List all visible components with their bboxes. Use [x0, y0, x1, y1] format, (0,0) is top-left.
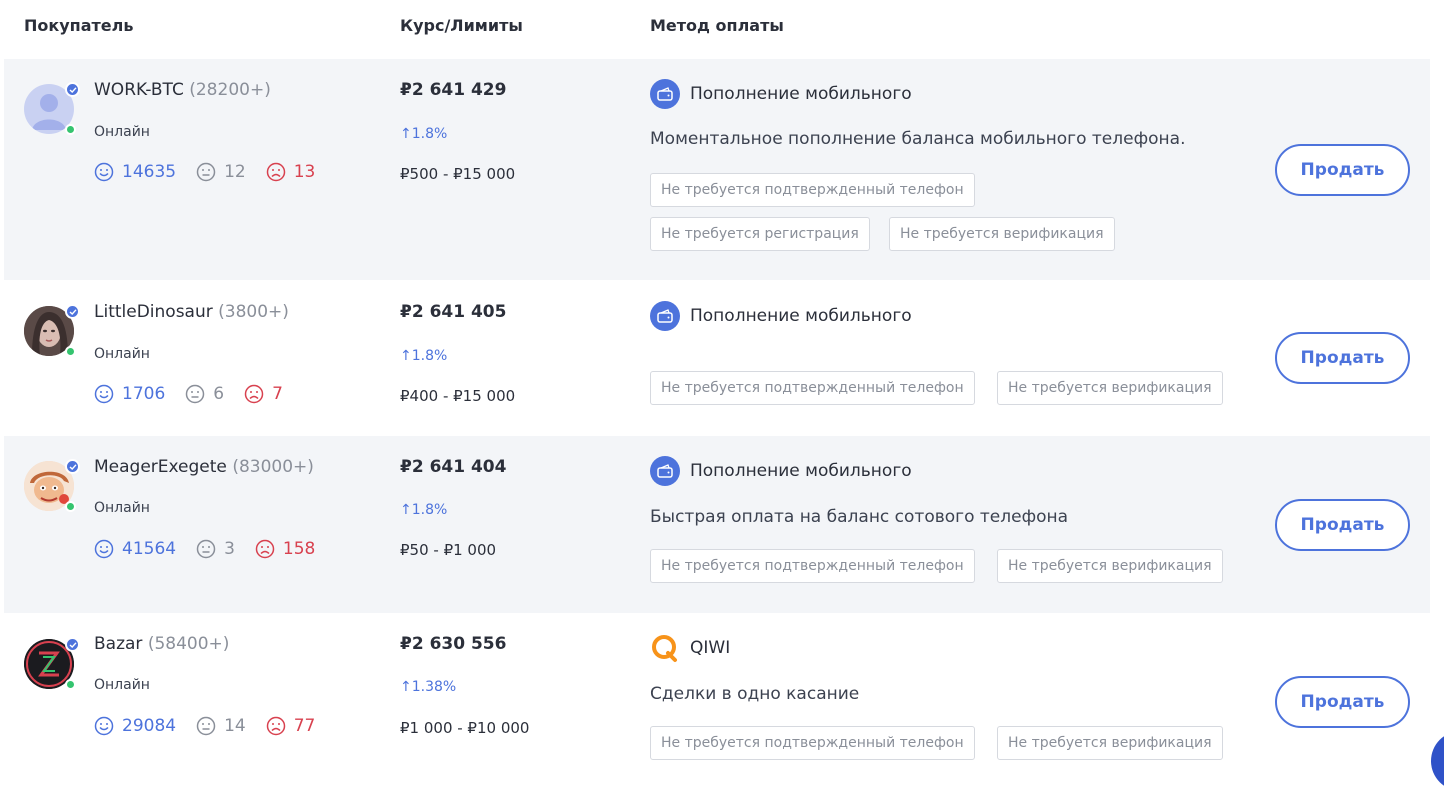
verified-badge-icon: [65, 637, 80, 652]
sell-button[interactable]: Продать: [1275, 499, 1410, 551]
smile-icon: [94, 539, 114, 559]
payment-method: Пополнение мобильного: [650, 456, 912, 486]
negative-feedback: 7: [244, 384, 283, 404]
online-indicator: [65, 679, 76, 690]
sad-face-icon: [255, 539, 275, 559]
wallet-icon: [650, 79, 680, 109]
wallet-icon: [650, 301, 680, 331]
chat-button[interactable]: [1431, 731, 1444, 791]
offer-row: WORK-BTC (28200+) Онлайн 14635 12 13 ₽2 …: [4, 59, 1430, 280]
payment-method: Пополнение мобильного: [650, 79, 912, 109]
wallet-icon: [650, 456, 680, 486]
price-change: ↑1.8%: [400, 502, 448, 518]
requirement-tag: Не требуется верификация: [997, 726, 1223, 760]
price: ₽2 630 556: [400, 634, 507, 654]
limits: ₽400 - ₽15 000: [400, 387, 516, 405]
online-indicator: [65, 124, 76, 135]
online-status: Онлайн: [94, 346, 150, 362]
requirement-tag: Не требуется подтвержденный телефон: [650, 173, 975, 207]
requirement-tag: Не требуется регистрация: [650, 217, 870, 251]
offer-description: Моментальное пополнение баланса мобильно…: [650, 129, 1186, 149]
avatar[interactable]: [24, 82, 80, 135]
online-status: Онлайн: [94, 677, 150, 693]
negative-feedback: 77: [266, 716, 315, 736]
username[interactable]: WORK-BTC (28200+): [94, 80, 271, 100]
offer-description: Быстрая оплата на баланс сотового телефо…: [650, 507, 1069, 527]
feedback-stats: 41564 3 158: [94, 539, 335, 559]
price-change: ↑1.38%: [400, 679, 457, 695]
positive-feedback: 41564: [94, 539, 176, 559]
avatar[interactable]: [24, 459, 80, 512]
sell-button[interactable]: Продать: [1275, 676, 1410, 728]
limits: ₽500 - ₽15 000: [400, 165, 516, 183]
price: ₽2 641 429: [400, 80, 507, 100]
verified-badge-icon: [65, 304, 80, 319]
neutral-face-icon: [196, 716, 216, 736]
verified-badge-icon: [65, 459, 80, 474]
offer-row: Bazar (58400+) Онлайн 29084 14 77 ₽2 630…: [4, 613, 1430, 786]
neutral-feedback: 14: [196, 716, 246, 736]
column-header-buyer: Покупатель: [24, 16, 134, 35]
limits: ₽50 - ₽1 000: [400, 541, 497, 559]
negative-feedback: 13: [266, 162, 315, 182]
sad-face-icon: [244, 384, 264, 404]
neutral-feedback: 12: [196, 162, 246, 182]
positive-feedback: 14635: [94, 162, 176, 182]
price: ₽2 641 405: [400, 302, 507, 322]
requirement-tag: Не требуется верификация: [997, 371, 1223, 405]
neutral-feedback: 3: [196, 539, 235, 559]
column-header-rate: Курс/Лимиты: [400, 16, 523, 35]
neutral-face-icon: [186, 384, 205, 404]
price: ₽2 641 404: [400, 457, 507, 477]
payment-method: QIWI: [650, 633, 730, 663]
avatar[interactable]: [24, 304, 80, 357]
username[interactable]: MeagerExegete (83000+): [94, 457, 314, 477]
requirement-tag: Не требуется подтвержденный телефон: [650, 549, 975, 583]
offer-row: LittleDinosaur (3800+) Онлайн 1706 6 7 ₽…: [4, 280, 1430, 436]
positive-feedback: 1706: [94, 384, 165, 404]
column-header-method: Метод оплаты: [650, 16, 784, 35]
price-change: ↑1.8%: [400, 348, 448, 364]
payment-method: Пополнение мобильного: [650, 301, 912, 331]
online-status: Онлайн: [94, 500, 150, 516]
sell-button[interactable]: Продать: [1275, 144, 1410, 196]
verified-badge-icon: [65, 82, 80, 97]
sad-face-icon: [266, 716, 285, 736]
neutral-face-icon: [196, 539, 216, 559]
neutral-face-icon: [196, 162, 216, 182]
online-indicator: [65, 501, 76, 512]
requirement-tag: Не требуется подтвержденный телефон: [650, 726, 975, 760]
sad-face-icon: [266, 162, 285, 182]
smile-icon: [94, 716, 114, 736]
offer-row: MeagerExegete (83000+) Онлайн 41564 3 15…: [4, 436, 1430, 613]
feedback-stats: 29084 14 77: [94, 716, 335, 736]
username[interactable]: LittleDinosaur (3800+): [94, 302, 289, 322]
limits: ₽1 000 - ₽10 000: [400, 719, 530, 737]
online-status: Онлайн: [94, 124, 150, 140]
smile-icon: [94, 162, 114, 182]
username[interactable]: Bazar (58400+): [94, 634, 229, 654]
neutral-feedback: 6: [185, 384, 224, 404]
offer-description: Сделки в одно касание: [650, 684, 860, 704]
requirement-tag: Не требуется верификация: [889, 217, 1115, 251]
smile-icon: [94, 384, 114, 404]
positive-feedback: 29084: [94, 716, 176, 736]
requirement-tag: Не требуется верификация: [997, 549, 1223, 583]
online-indicator: [65, 346, 76, 357]
feedback-stats: 14635 12 13: [94, 162, 335, 182]
sell-button[interactable]: Продать: [1275, 332, 1410, 384]
qiwi-logo-icon: [650, 633, 680, 663]
negative-feedback: 158: [255, 539, 315, 559]
avatar[interactable]: [24, 637, 80, 690]
price-change: ↑1.8%: [400, 126, 448, 142]
feedback-stats: 1706 6 7: [94, 384, 303, 404]
requirement-tag: Не требуется подтвержденный телефон: [650, 371, 975, 405]
